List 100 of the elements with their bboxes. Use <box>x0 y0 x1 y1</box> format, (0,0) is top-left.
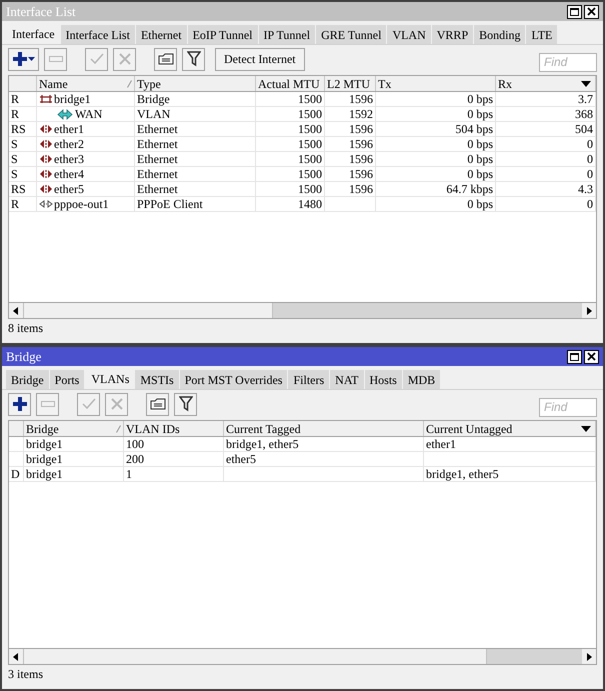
table-cell: 0 <box>587 197 593 211</box>
column-header[interactable]: Current Untagged <box>424 421 596 436</box>
maximize-button[interactable] <box>567 350 582 364</box>
tab[interactable]: MSTIs <box>135 370 180 389</box>
tab[interactable]: Bridge <box>6 370 50 389</box>
close-button[interactable] <box>584 350 599 364</box>
table-cell: 1596 <box>349 167 373 181</box>
column-header[interactable]: Current Tagged <box>224 421 424 436</box>
horizontal-scrollbar[interactable] <box>9 648 596 664</box>
table-cell: 0 bps <box>467 92 493 106</box>
table-cell: 4.3 <box>578 182 593 196</box>
tab[interactable]: Bonding <box>474 25 526 44</box>
maximize-button[interactable] <box>567 4 582 18</box>
tab[interactable]: Interface List <box>60 25 136 44</box>
double-arrow-icon <box>57 108 73 120</box>
tab[interactable]: Hosts <box>364 370 403 389</box>
add-button[interactable] <box>8 392 31 416</box>
tab[interactable]: Port MST Overrides <box>180 370 288 389</box>
double-arrow-icon <box>39 154 53 164</box>
filter-icon <box>178 396 192 412</box>
table-cell: 1500 <box>298 167 322 181</box>
tab[interactable]: Filters <box>288 370 330 389</box>
note-icon <box>150 398 166 410</box>
column-header[interactable]: Type <box>135 76 256 91</box>
tab[interactable]: IP Tunnel <box>258 25 316 44</box>
table-cell: S <box>11 167 18 181</box>
find-field[interactable]: Find <box>539 398 597 416</box>
close-icon <box>587 352 596 361</box>
tab[interactable]: VRRP <box>432 25 474 44</box>
table-cell: 1500 <box>298 182 322 196</box>
sort-icon <box>116 425 121 433</box>
table-cell: bridge1 <box>26 467 63 481</box>
dropdown-arrow-icon <box>581 81 591 87</box>
table-cell: 1596 <box>349 92 373 106</box>
table-cell: 1 <box>126 467 132 481</box>
tab[interactable]: MDB <box>402 370 442 389</box>
table-cell: bridge1 <box>54 92 91 106</box>
status-text: 3 items <box>8 666 43 683</box>
double-arrow-icon <box>39 184 53 194</box>
table-cell: bridge1, ether5 <box>426 467 499 481</box>
tab[interactable]: EoIP Tunnel <box>188 25 258 44</box>
comment-button[interactable] <box>154 48 177 70</box>
table-cell: S <box>11 137 18 151</box>
tab[interactable]: NAT <box>330 370 364 389</box>
tab[interactable]: LTE <box>526 25 558 44</box>
column-header[interactable]: VLAN IDs <box>124 421 224 436</box>
dropdown-arrow-icon <box>581 426 591 432</box>
tab[interactable]: Ports <box>50 370 86 389</box>
horizontal-scrollbar[interactable] <box>9 302 596 318</box>
table-cell: ether2 <box>54 137 84 151</box>
table-cell: 1592 <box>349 107 373 121</box>
table-cell: 0 <box>587 152 593 166</box>
tab[interactable]: VLAN <box>387 25 432 44</box>
table-cell: S <box>11 152 18 166</box>
table-cell: 0 bps <box>467 197 493 211</box>
column-header[interactable]: Name <box>37 76 135 91</box>
filter-button[interactable] <box>174 392 197 416</box>
window-title: Bridge <box>6 348 42 366</box>
column-header[interactable]: Tx <box>376 76 496 91</box>
table-cell: 1500 <box>298 122 322 136</box>
note-icon <box>158 53 174 65</box>
comment-button[interactable] <box>146 392 169 416</box>
table-cell: 1596 <box>349 152 373 166</box>
table-cell: 1596 <box>349 137 373 151</box>
table-cell: 1500 <box>298 137 322 151</box>
table-cell: 3.7 <box>578 92 593 106</box>
status-text: 8 items <box>8 320 43 337</box>
column-header[interactable]: L2 MTU <box>325 76 376 91</box>
column-header[interactable]: Bridge <box>24 421 124 436</box>
tab[interactable]: Ethernet <box>136 25 188 44</box>
add-button[interactable] <box>8 48 39 70</box>
table-cell: 0 <box>587 137 593 151</box>
tab[interactable]: GRE Tunnel <box>316 25 388 44</box>
table-cell: ether5 <box>54 182 84 196</box>
table-cell: bridge1, ether5 <box>226 437 299 451</box>
filter-icon <box>186 51 200 67</box>
table-cell: Ethernet <box>137 167 178 181</box>
table-cell: 1500 <box>298 152 322 166</box>
table-cell: 200 <box>126 452 144 466</box>
detect-internet-button[interactable]: Detect Internet <box>215 48 305 70</box>
close-button[interactable] <box>584 4 599 18</box>
table-cell: RS <box>11 182 26 196</box>
table-cell: 0 bps <box>467 107 493 121</box>
table-cell: 0 bps <box>467 152 493 166</box>
close-icon <box>587 7 596 16</box>
table-cell: 1596 <box>349 182 373 196</box>
table-cell: 64.7 kbps <box>446 182 493 196</box>
table-cell: bridge1 <box>26 437 63 451</box>
table-cell: 1596 <box>349 122 373 136</box>
sort-icon <box>127 80 132 88</box>
find-field[interactable]: Find <box>539 52 597 72</box>
cross-icon <box>110 398 122 410</box>
plus-icon <box>12 397 26 411</box>
column-header[interactable]: Actual MTU <box>256 76 325 91</box>
filter-button[interactable] <box>182 48 205 70</box>
column-header[interactable]: Rx <box>496 76 596 91</box>
table-cell: ether5 <box>226 452 256 466</box>
table-cell: VLAN <box>137 107 170 121</box>
double-arrow-icon <box>39 139 53 149</box>
table-cell: Ethernet <box>137 122 178 136</box>
